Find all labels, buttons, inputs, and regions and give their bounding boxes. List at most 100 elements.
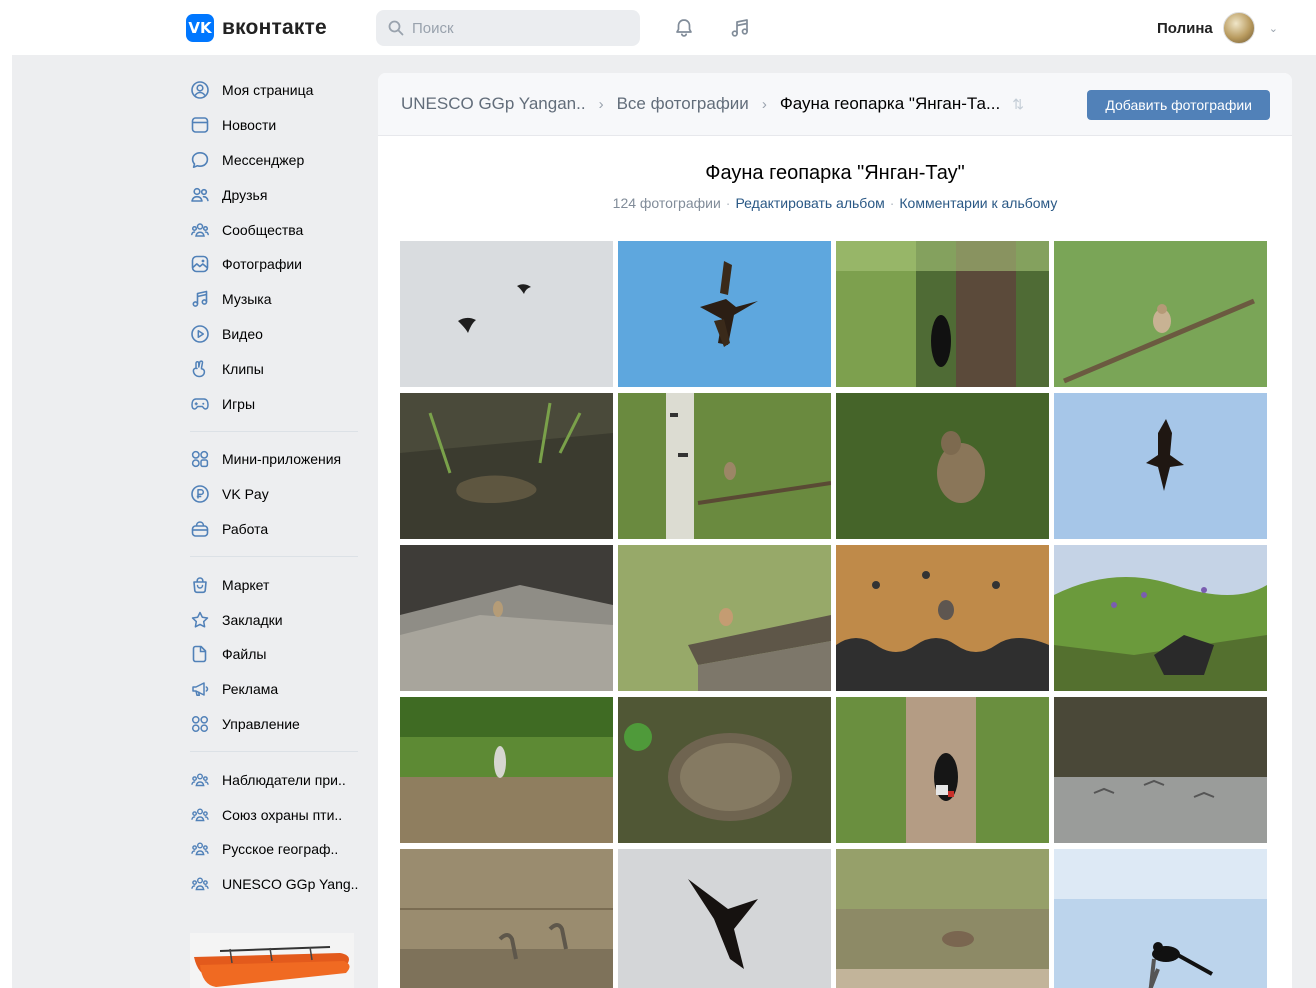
- ad-banner-catamaran[interactable]: [190, 933, 354, 988]
- photo-thumbnail[interactable]: [1054, 697, 1267, 843]
- breadcrumb-current-album: Фауна геопарка "Янган-Та...: [779, 94, 1001, 113]
- photo-thumbnail[interactable]: [836, 241, 1049, 387]
- sidebar-item-user-circle[interactable]: Моя страница: [186, 73, 362, 108]
- photo-thumbnail[interactable]: [618, 241, 831, 387]
- photo-thumbnail[interactable]: [836, 849, 1049, 988]
- photo-thumbnail[interactable]: [400, 697, 613, 843]
- sidebar-item-music-note[interactable]: Музыка: [186, 282, 362, 317]
- photo-grid: [400, 241, 1267, 988]
- sidebar-item-group[interactable]: UNESCO GGp Yang..: [186, 867, 362, 902]
- search-box[interactable]: [376, 10, 640, 46]
- sort-arrows-icon[interactable]: ⇅: [1012, 96, 1024, 113]
- sidebar-item-play-circle[interactable]: Видео: [186, 317, 362, 352]
- top-header: VK вконтакте Полина ⌄: [0, 0, 1316, 55]
- chevron-right-icon: ›: [761, 95, 767, 113]
- sidebar-item-group[interactable]: Наблюдатели при..: [186, 762, 362, 797]
- add-photos-button[interactable]: Добавить фотографии: [1087, 90, 1270, 120]
- sidebar-item-label: Мини-приложения: [222, 451, 342, 468]
- newspaper-icon: [188, 113, 212, 137]
- search-input[interactable]: [412, 19, 612, 37]
- sidebar-divider: [190, 556, 358, 558]
- photo-thumbnail[interactable]: [1054, 393, 1267, 539]
- sidebar-item-message-bubble[interactable]: Мессенджер: [186, 143, 362, 178]
- sidebar-item-clips-hand[interactable]: Клипы: [186, 351, 362, 386]
- photo-thumbnail[interactable]: [618, 849, 831, 988]
- profile-menu[interactable]: Полина ⌄: [1157, 12, 1278, 44]
- sidebar-item-briefcase[interactable]: Работа: [186, 512, 362, 547]
- bell-icon[interactable]: [671, 15, 697, 41]
- photo-thumbnail[interactable]: [618, 545, 831, 691]
- sidebar-item-label: UNESCO GGp Yang..: [222, 876, 359, 893]
- sidebar-item-friends[interactable]: Друзья: [186, 177, 362, 212]
- edit-album-link[interactable]: Редактировать альбом: [735, 195, 884, 211]
- photo-thumbnail[interactable]: [618, 393, 831, 539]
- sidebar-item-label: Работа: [222, 520, 269, 537]
- photo-thumbnail[interactable]: [836, 545, 1049, 691]
- gamepad-icon: [188, 392, 212, 416]
- sidebar-item-photo[interactable]: Фотографии: [186, 247, 362, 282]
- sidebar-item-label: Друзья: [222, 186, 268, 203]
- user-circle-icon: [188, 78, 212, 102]
- group-icon: [188, 768, 212, 792]
- photo-thumbnail[interactable]: [1054, 849, 1267, 988]
- sidebar-item-communities[interactable]: Сообщества: [186, 212, 362, 247]
- sidebar-item-label: Фотографии: [222, 256, 303, 273]
- vk-logo[interactable]: VK вконтакте: [186, 14, 327, 42]
- sidebar-item-label: Маркет: [222, 576, 270, 593]
- sidebar-item-label: Реклама: [222, 681, 279, 698]
- music-icon[interactable]: [727, 15, 753, 41]
- group-icon: [188, 837, 212, 861]
- communities-icon: [188, 218, 212, 242]
- sidebar-item-label: Сообщества: [222, 221, 304, 238]
- left-sidebar: Моя страница Новости Мессенджер Друзья Сообщ…: [186, 73, 362, 902]
- photo-thumbnail[interactable]: [400, 241, 613, 387]
- sidebar-item-label: VK Pay: [222, 486, 269, 503]
- briefcase-icon: [188, 517, 212, 541]
- play-circle-icon: [188, 322, 212, 346]
- breadcrumb-community[interactable]: UNESCO GGp Yangan..: [401, 94, 586, 114]
- sidebar-item-vk-pay[interactable]: VK Pay: [186, 477, 362, 512]
- photo-thumbnail[interactable]: [836, 697, 1049, 843]
- photo-thumbnail[interactable]: [400, 545, 613, 691]
- photo-count: 124 фотографии: [612, 195, 721, 211]
- management-grid-icon: [188, 712, 212, 736]
- sidebar-item-management-grid[interactable]: Управление: [186, 707, 362, 742]
- sidebar-item-mini-apps[interactable]: Мини-приложения: [186, 442, 362, 477]
- group-icon: [188, 803, 212, 827]
- sidebar-item-label: Закладки: [222, 611, 283, 628]
- photo-thumbnail[interactable]: [836, 393, 1049, 539]
- vk-pay-icon: [188, 482, 212, 506]
- sidebar-item-group[interactable]: Русское географ..: [186, 832, 362, 867]
- sidebar-item-label: Мессенджер: [222, 151, 305, 168]
- sidebar-item-group[interactable]: Союз охраны пти..: [186, 797, 362, 832]
- sidebar-item-megaphone[interactable]: Реклама: [186, 672, 362, 707]
- sidebar-item-label: Наблюдатели при..: [222, 771, 346, 788]
- friends-icon: [188, 183, 212, 207]
- sidebar-item-label: Клипы: [222, 360, 264, 377]
- album-card: UNESCO GGp Yangan.. › Все фотографии › Ф…: [378, 73, 1292, 988]
- sidebar-item-label: Видео: [222, 325, 263, 342]
- vk-logo-icon: VK: [186, 14, 214, 42]
- photo-thumbnail[interactable]: [1054, 241, 1267, 387]
- photo-thumbnail[interactable]: [400, 849, 613, 988]
- sidebar-item-shopping-bag[interactable]: Маркет: [186, 567, 362, 602]
- file-icon: [188, 642, 212, 666]
- album-title: Фауна геопарка "Янган-Тау": [705, 162, 965, 184]
- sidebar-item-gamepad[interactable]: Игры: [186, 386, 362, 421]
- photo-thumbnail[interactable]: [1054, 545, 1267, 691]
- sidebar-item-label: Моя страница: [222, 82, 314, 99]
- mini-apps-icon: [188, 447, 212, 471]
- sidebar-item-label: Игры: [222, 395, 256, 412]
- sidebar-item-newspaper[interactable]: Новости: [186, 108, 362, 143]
- sidebar-divider: [190, 430, 358, 432]
- photo-thumbnail[interactable]: [400, 393, 613, 539]
- photo-thumbnail[interactable]: [618, 697, 831, 843]
- photo-icon: [188, 252, 212, 276]
- sidebar-item-file[interactable]: Файлы: [186, 637, 362, 672]
- sidebar-item-star[interactable]: Закладки: [186, 602, 362, 637]
- message-bubble-icon: [188, 148, 212, 172]
- breadcrumb-all-photos[interactable]: Все фотографии: [617, 94, 749, 114]
- megaphone-icon: [188, 677, 212, 701]
- user-name: Полина: [1157, 19, 1213, 37]
- album-comments-link[interactable]: Комментарии к альбому: [899, 195, 1057, 211]
